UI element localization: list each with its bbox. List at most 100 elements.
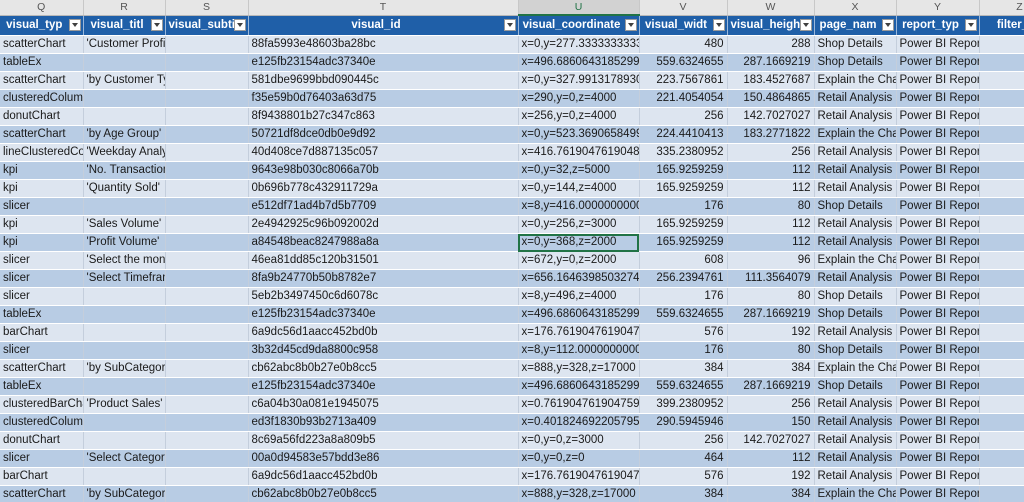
table-cell[interactable]: Retail Analysis [814,413,897,432]
filter-dropdown-icon[interactable] [68,18,81,31]
table-cell[interactable]: 8f9438801b27c347c863 [248,107,519,126]
table-cell[interactable]: Power BI Report [896,395,980,414]
column-letter-y[interactable]: Y [896,0,980,16]
table-cell[interactable] [165,359,249,378]
table-cell[interactable]: 'Sales Volume' [83,215,166,234]
table-cell[interactable] [83,377,166,396]
table-cell[interactable]: slicer [0,251,84,270]
table-cell[interactable]: Power BI Report [896,251,980,270]
column-letter-t[interactable]: T [248,0,519,16]
table-cell[interactable]: Power BI Report [896,179,980,198]
table-cell[interactable]: x=0,y=256,z=3000 [518,215,640,234]
table-cell[interactable]: 176 [639,197,728,216]
table-cell[interactable] [165,467,249,486]
table-cell[interactable]: x=888,y=328,z=17000 [518,485,640,502]
table-cell[interactable]: Power BI Report [896,71,980,90]
table-cell[interactable] [165,269,249,288]
table-cell[interactable]: 112 [727,215,815,234]
table-cell[interactable]: 5eb2b3497450c6d6078c [248,287,519,306]
table-cell[interactable]: Power BI Report [896,215,980,234]
table-cell[interactable]: 608 [639,251,728,270]
table-cell[interactable] [165,449,249,468]
table-cell[interactable]: 384 [639,485,728,502]
table-cell[interactable]: Power BI Report [896,125,980,144]
table-cell[interactable]: tableEx [0,377,84,396]
table-cell[interactable] [83,413,166,432]
table-cell[interactable] [165,305,249,324]
table-cell[interactable]: barChart [0,323,84,342]
table-cell[interactable] [165,215,249,234]
table-cell[interactable] [979,197,1024,216]
table-cell[interactable]: 287.1669219 [727,53,815,72]
table-cell[interactable] [979,179,1024,198]
table-cell[interactable]: clusteredColumnChart [0,413,84,432]
table-cell[interactable] [165,251,249,270]
table-cell[interactable]: 'Profit Volume' [83,233,166,252]
filter-dropdown-icon[interactable] [503,18,516,31]
table-cell[interactable] [83,431,166,450]
table-cell[interactable] [165,107,249,126]
column-letter-q[interactable]: Q [0,0,84,16]
table-cell[interactable] [83,287,166,306]
table-cell[interactable] [979,341,1024,360]
table-cell[interactable]: Shop Details [814,53,897,72]
table-cell[interactable] [165,287,249,306]
table-cell[interactable]: 6a9dc56d1aacc452bd0b [248,323,519,342]
table-cell[interactable] [165,413,249,432]
table-cell[interactable]: 559.6324655 [639,377,728,396]
table-cell[interactable] [83,341,166,360]
table-cell[interactable]: 'No. Transactions' [83,161,166,180]
table-cell[interactable]: donutChart [0,431,84,450]
table-cell[interactable]: 80 [727,287,815,306]
table-cell[interactable]: 183.2771822 [727,125,815,144]
table-cell[interactable] [979,215,1024,234]
table-cell[interactable]: tableEx [0,53,84,72]
table-cell[interactable]: x=0,y=0,z=3000 [518,431,640,450]
table-cell[interactable]: 142.7027027 [727,107,815,126]
table-cell[interactable] [979,71,1024,90]
table-cell[interactable]: 256 [727,143,815,162]
table-cell[interactable]: x=416.7619047619048, [518,143,640,162]
table-cell[interactable]: 576 [639,323,728,342]
table-cell[interactable]: Power BI Report [896,143,980,162]
table-cell[interactable]: Retail Analysis [814,143,897,162]
table-cell[interactable]: Retail Analysis [814,395,897,414]
table-cell[interactable]: cb62abc8b0b27e0b8cc5 [248,485,519,502]
table-cell[interactable]: scatterChart [0,71,84,90]
table-cell[interactable]: 'Select Category' [83,449,166,468]
table-cell[interactable]: 290.5945946 [639,413,728,432]
table-cell[interactable]: x=496.686064318529933 [518,53,640,72]
table-cell[interactable]: x=496.686064318529933 [518,305,640,324]
table-cell[interactable]: lineClusteredColumnComboChart [0,143,84,162]
table-cell[interactable]: Power BI Report [896,197,980,216]
table-cell[interactable] [165,143,249,162]
table-cell[interactable]: 287.1669219 [727,377,815,396]
filter-dropdown-icon[interactable] [233,18,246,31]
column-letter-s[interactable]: S [165,0,249,16]
table-cell[interactable]: 176 [639,341,728,360]
table-cell[interactable]: 112 [727,161,815,180]
table-cell[interactable]: x=0,y=144,z=4000 [518,179,640,198]
table-cell[interactable]: slicer [0,269,84,288]
table-cell[interactable]: Power BI Report [896,413,980,432]
table-cell[interactable]: Shop Details [814,305,897,324]
table-cell[interactable]: x=8,y=416.0000000000 [518,197,640,216]
filter-dropdown-icon[interactable] [150,18,163,31]
table-cell[interactable]: 150 [727,413,815,432]
table-cell[interactable]: 224.4410413 [639,125,728,144]
table-cell[interactable]: 335.2380952 [639,143,728,162]
table-cell[interactable] [165,125,249,144]
table-cell[interactable]: Retail Analysis [814,161,897,180]
table-cell[interactable]: x=0,y=368,z=2000 [518,233,640,252]
table-cell[interactable]: Explain the Change [814,125,897,144]
table-cell[interactable] [979,143,1024,162]
table-cell[interactable] [165,341,249,360]
table-cell[interactable]: slicer [0,287,84,306]
table-cell[interactable]: Power BI Report [896,485,980,502]
table-cell[interactable] [979,449,1024,468]
table-cell[interactable]: 'by Customer Type' [83,71,166,90]
table-cell[interactable]: x=0,y=277.3333333333 [518,35,640,54]
table-cell[interactable]: 165.9259259 [639,161,728,180]
table-cell[interactable]: Power BI Report [896,89,980,108]
table-cell[interactable]: scatterChart [0,125,84,144]
